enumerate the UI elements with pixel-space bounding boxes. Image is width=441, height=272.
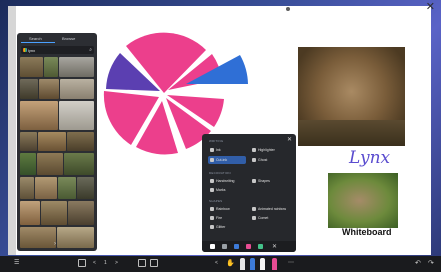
lynx-photo-small[interactable] [328,173,398,228]
option-glitter[interactable]: Glitter [210,225,225,230]
rainbow-icon [210,207,214,212]
next-page-button[interactable]: > [115,260,118,266]
bottom-toolbar: ☰ < 1 > < ✋ ⋯ ↶ ↷ [0,256,441,272]
photo-ground [298,120,405,146]
pen-white-2[interactable] [260,258,265,270]
pen-blue[interactable] [250,258,255,270]
section-shapes: SHAPES [209,199,223,203]
popup-color-bar: ✕ [202,241,296,252]
add-page-icon[interactable] [138,259,146,267]
color-swatch-pink[interactable] [246,244,251,249]
option-fire[interactable]: Fire [210,216,222,221]
pages-icon[interactable] [78,259,86,267]
redo-button[interactable]: ↷ [428,259,434,267]
color-swatch-green[interactable] [258,244,263,249]
color-swatch-gray[interactable] [222,244,227,249]
section-writing: WRITING [209,139,224,143]
back-button[interactable]: < [215,260,218,266]
undo-button[interactable]: ↶ [415,259,421,267]
rainbow-icon [252,207,256,212]
option-rainbow[interactable]: Rainbow [210,207,230,212]
menu-icon[interactable]: ☰ [14,259,19,266]
comet-icon [252,216,256,221]
handwriting-icon [210,179,214,184]
shapes-icon [252,179,256,184]
hand-icon[interactable]: ✋ [226,259,235,267]
ghost-icon [252,158,256,163]
pen-pink[interactable] [272,258,277,270]
whiteboard-caption[interactable]: Whiteboard [342,227,392,237]
marks-icon [210,188,214,193]
highlighter-icon [252,148,256,153]
option-shapes[interactable]: Shapes [252,179,270,184]
handwritten-lynx[interactable]: Lynx [349,148,390,168]
option-highlighter[interactable]: Highlighter [252,148,275,153]
option-animated-rainbow[interactable]: Animated rainbow [252,207,286,212]
duplicate-icon[interactable] [150,259,158,267]
option-ink[interactable]: Ink [210,148,221,153]
prev-page-button[interactable]: < [93,260,96,266]
lynx-photo[interactable] [298,47,405,146]
pen-icon [210,148,214,153]
color-swatch-blue[interactable] [234,244,239,249]
option-marks[interactable]: Marks [210,188,226,193]
section-decoration: DECORATION [209,171,231,175]
pen-options-popup: ✕ WRITING Ink Highlighter Cut-ink Ghost … [202,134,296,252]
option-handwriting[interactable]: Handwriting [210,179,234,184]
pen-icon [210,158,214,163]
color-swatch-white[interactable] [210,244,215,249]
close-icon[interactable]: ✕ [272,243,277,250]
option-ghost[interactable]: Ghost [252,158,267,163]
glitter-icon [210,225,214,230]
page-number: 1 [104,260,107,266]
more-icon[interactable]: ⋯ [288,259,294,266]
pen-white[interactable] [240,258,245,270]
option-comet[interactable]: Comet [252,216,268,221]
option-cut-ink[interactable]: Cut-ink [210,158,227,163]
fire-icon [210,216,214,221]
close-icon[interactable]: ✕ [287,136,292,143]
